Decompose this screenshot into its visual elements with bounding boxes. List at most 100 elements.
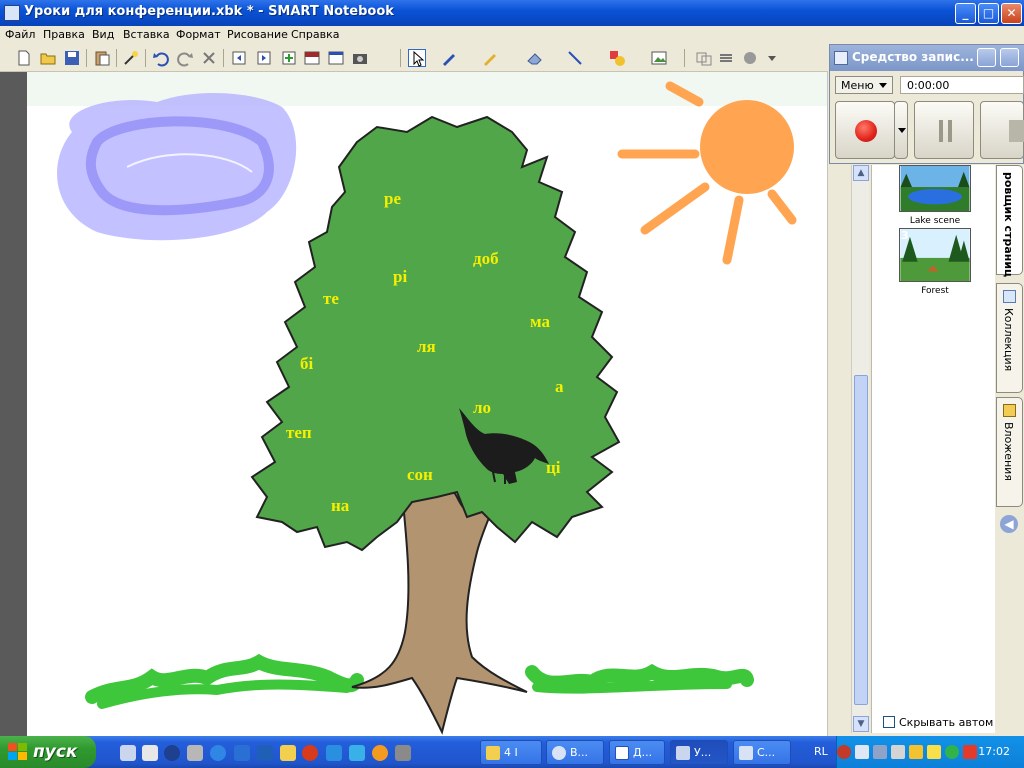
scroll-up-arrow-icon[interactable]: ▲	[853, 165, 869, 181]
record-mini-icon[interactable]	[741, 49, 759, 67]
quick-launch-icon[interactable]	[349, 745, 365, 761]
quick-launch-icon[interactable]	[302, 745, 318, 761]
task-smart-notebook[interactable]: У...	[670, 740, 728, 765]
tab-attachments[interactable]: Вложения	[996, 397, 1023, 507]
line-icon[interactable]	[566, 49, 584, 67]
menu-insert[interactable]: Вставка	[123, 28, 170, 41]
camera-icon[interactable]	[351, 49, 369, 67]
menu-help[interactable]: Справка	[291, 28, 339, 41]
recorder-titlebar[interactable]: Средство запис...	[830, 45, 1024, 71]
full-screen-icon[interactable]	[327, 49, 345, 67]
task-browser[interactable]: В...	[546, 740, 604, 765]
task-word-document[interactable]: Д...	[609, 740, 665, 765]
word-tile[interactable]: на	[331, 496, 349, 516]
redo-icon[interactable]	[176, 49, 194, 67]
menu-draw[interactable]: Рисование	[227, 28, 288, 41]
quick-launch-icon[interactable]	[326, 745, 342, 761]
previous-page-icon[interactable]	[230, 49, 248, 67]
word-tile[interactable]: ля	[417, 337, 436, 357]
notebook-page-canvas[interactable]: ре рі доб те ма ля бі а ло теп ці сон на	[27, 72, 827, 736]
quick-launch-icon[interactable]	[142, 745, 158, 761]
magic-pen-icon[interactable]	[122, 49, 140, 67]
cloud-shape[interactable]	[57, 92, 297, 241]
grass-left[interactable]	[85, 653, 364, 709]
fill-icon[interactable]	[650, 49, 668, 67]
word-tile[interactable]: сон	[407, 465, 433, 485]
shapes-icon[interactable]	[608, 49, 626, 67]
word-tile[interactable]: ці	[546, 458, 561, 478]
save-icon[interactable]	[63, 49, 81, 67]
internet-explorer-icon[interactable]	[210, 745, 226, 761]
eraser-icon[interactable]	[526, 49, 544, 67]
tray-icon[interactable]	[909, 745, 923, 759]
word-tile[interactable]: доб	[473, 249, 499, 269]
task-folder[interactable]: 4 I	[480, 740, 542, 765]
page-vertical-scrollbar[interactable]: ▲ ▼	[851, 165, 869, 733]
start-button[interactable]: пуск	[0, 736, 96, 768]
close-button[interactable]: ✕	[1001, 3, 1022, 24]
page-thumbnail[interactable]: 3 Forest	[899, 228, 971, 296]
quick-launch-icon[interactable]	[187, 745, 203, 761]
screen-shade-icon[interactable]	[303, 49, 321, 67]
pen-icon[interactable]	[440, 49, 458, 67]
word-tile[interactable]: ма	[530, 312, 550, 332]
scroll-down-arrow-icon[interactable]: ▼	[853, 716, 869, 732]
collapse-arrow-icon[interactable]: ◀	[1000, 515, 1018, 533]
folder-icon[interactable]	[280, 745, 296, 761]
page-thumbnail[interactable]: Lake scene	[899, 165, 971, 226]
open-icon[interactable]	[39, 49, 57, 67]
add-page-icon[interactable]	[280, 49, 298, 67]
clock[interactable]: 17:02	[978, 745, 1010, 758]
tray-icon[interactable]	[927, 745, 941, 759]
word-tile[interactable]: рі	[393, 267, 407, 287]
scroll-thumb[interactable]	[854, 375, 868, 705]
smart-notebook-app-icon[interactable]	[4, 5, 20, 21]
record-options-button[interactable]	[894, 101, 908, 159]
task-recorder[interactable]: С...	[733, 740, 791, 765]
new-page-icon[interactable]	[15, 49, 33, 67]
word-tile[interactable]: ре	[384, 189, 401, 209]
menu-view[interactable]: Вид	[92, 28, 114, 41]
menu-edit[interactable]: Правка	[43, 28, 85, 41]
tree-foliage[interactable]	[250, 115, 621, 552]
grass-right[interactable]	[525, 663, 754, 694]
menu-file[interactable]: Файл	[5, 28, 35, 41]
auto-hide-row[interactable]: Скрывать автом	[883, 716, 993, 729]
tray-arrow-icon[interactable]	[837, 745, 851, 759]
minimize-button[interactable]: _	[955, 3, 976, 24]
customize-toolbar-icon[interactable]	[763, 49, 781, 67]
word-tile[interactable]: а	[555, 377, 564, 397]
pause-button[interactable]	[914, 101, 974, 159]
record-button[interactable]	[835, 101, 895, 159]
word-tile[interactable]: теп	[286, 423, 312, 443]
word-tile[interactable]: ло	[473, 398, 491, 418]
recorder-maximize-button[interactable]	[1000, 48, 1019, 67]
move-toolbar-icon[interactable]	[717, 49, 735, 67]
stop-button[interactable]	[980, 101, 1024, 159]
delete-icon[interactable]	[200, 49, 218, 67]
quick-launch-icon[interactable]	[234, 745, 250, 761]
media-player-icon[interactable]	[164, 745, 180, 761]
window-titlebar[interactable]: Уроки для конференции.xbk * - SMART Note…	[0, 0, 1024, 26]
undo-icon[interactable]	[152, 49, 170, 67]
tray-icon[interactable]	[873, 745, 887, 759]
tab-page-sorter[interactable]: ровщик страниц	[996, 165, 1023, 277]
maximize-button[interactable]: □	[978, 3, 999, 24]
auto-hide-checkbox[interactable]	[883, 716, 895, 728]
quick-launch-icon[interactable]	[395, 745, 411, 761]
next-page-icon[interactable]	[255, 49, 273, 67]
email-icon[interactable]	[372, 745, 388, 761]
recorder-menu-dropdown[interactable]: Меню	[835, 76, 893, 94]
recorder-minimize-button[interactable]	[977, 48, 996, 67]
tray-icon[interactable]	[855, 745, 869, 759]
paste-icon[interactable]	[93, 49, 111, 67]
sun-shape[interactable]	[617, 81, 797, 265]
creative-pen-icon[interactable]	[481, 49, 499, 67]
select-icon[interactable]	[408, 49, 426, 67]
word-tile[interactable]: те	[323, 289, 339, 309]
tray-icon[interactable]	[963, 745, 977, 759]
quick-launch-icon[interactable]	[257, 745, 273, 761]
tray-icon[interactable]	[891, 745, 905, 759]
properties-icon[interactable]	[695, 49, 713, 67]
menu-format[interactable]: Формат	[176, 28, 221, 41]
